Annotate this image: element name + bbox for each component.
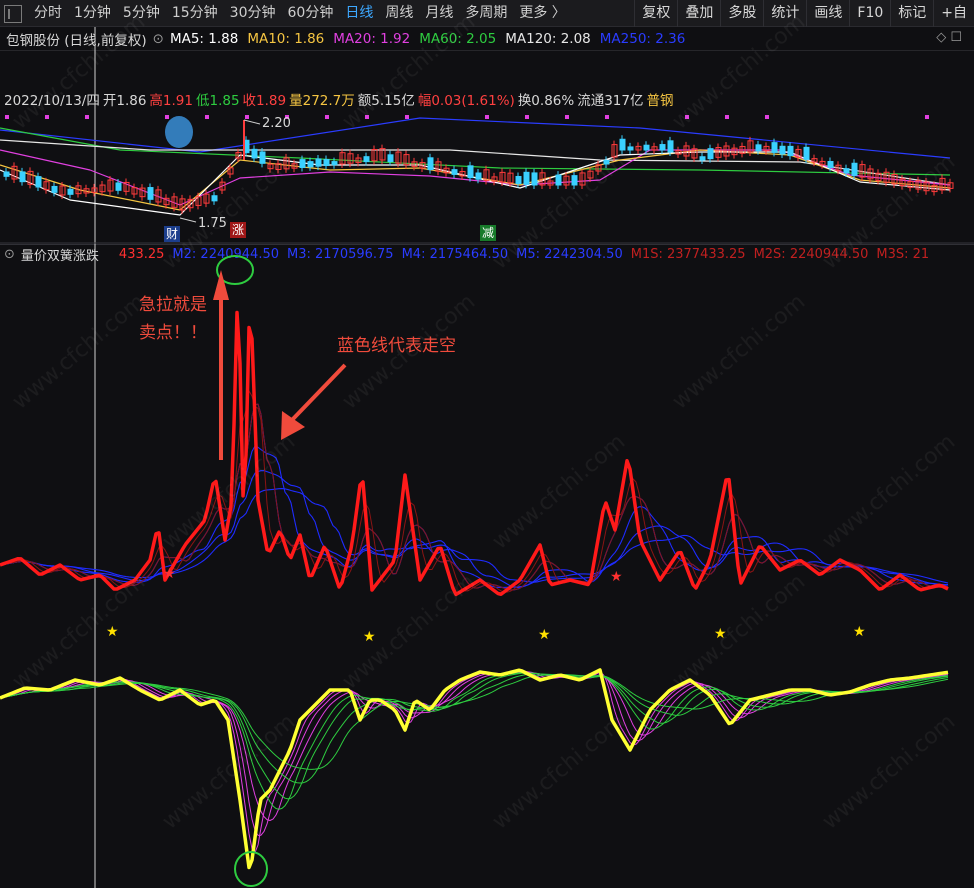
watermark-text: www.cfchi.com [8,9,150,134]
tag-jian[interactable]: 减 [480,225,496,241]
candle [556,175,561,185]
signal-dot [525,115,529,119]
candle [52,186,57,192]
yellow-star: ★ [853,624,866,640]
candle [708,149,713,159]
candle [804,147,809,159]
candle [116,183,121,190]
signal-dot [565,115,569,119]
candle [148,188,153,200]
candle [524,172,529,184]
signal-dot [405,115,409,119]
signal-dot [85,115,89,119]
candle [780,146,785,154]
candle [852,163,857,175]
signal-dot [925,115,929,119]
watermark-text: www.cfchi.com [338,569,480,694]
kline-high-label: 2.20 [262,116,291,131]
signal-dot [325,115,329,119]
candle [844,169,849,173]
yellow-star: ★ [363,629,376,645]
candle [772,143,777,153]
watermark-text: www.cfchi.com [818,429,960,554]
annotation-blue-note: 蓝色线代表走空 [337,331,456,356]
candle [252,149,257,158]
watermark-text: www.cfchi.com [8,289,150,414]
candle [628,147,633,150]
watermark-text: www.cfchi.com [488,709,630,834]
tag-cai[interactable]: 财 [164,226,180,242]
candle [428,158,433,170]
chart-canvas: ★ ★★ ★ ★ ★ ★www.cfchi.com www.cfchi.com www.cfc… [0,0,974,888]
signal-dot [205,115,209,119]
candle [476,173,481,179]
signal-dot [165,115,169,119]
signal-dot [605,115,609,119]
signal-dot [245,115,249,119]
candle [660,145,665,150]
annotation-sell-line2: 卖点！！ [139,318,207,343]
candle [332,162,337,165]
yellow-star: ★ [106,624,119,640]
candle [828,162,833,168]
high-pointer [244,120,260,124]
signal-dot [485,115,489,119]
red-star: ★ [610,569,623,585]
watermark-text: www.cfchi.com [668,9,810,134]
candle [308,162,313,167]
candle [20,172,25,182]
candle [468,166,473,178]
candle [68,189,73,194]
watermark-text: www.cfchi.com [8,569,150,694]
annotation-sell-line1: 急拉就是 [139,290,207,315]
sell-arrow-head [213,270,229,300]
candle [260,152,265,163]
candle [388,155,393,162]
darkred-ma-line-0 [0,391,948,592]
candle [532,173,537,185]
yellow-star: ★ [538,627,551,643]
red-star: ★ [163,566,176,582]
candle [620,139,625,150]
watermark-text: www.cfchi.com [668,289,810,414]
magenta-line-0 [0,671,948,853]
low-pointer [180,218,196,222]
watermark-text: www.cfchi.com [818,709,960,834]
candle [300,160,305,168]
water-drop-icon [165,116,193,148]
watermark-text: www.cfchi.com [488,429,630,554]
kline-low-label: 1.75 [198,216,227,231]
candle [316,159,321,166]
candle [364,157,369,162]
magenta-line-2 [0,673,948,821]
candle [324,160,329,166]
signal-dot [725,115,729,119]
candle [36,177,41,187]
candle [668,141,673,152]
candle [756,145,761,151]
signal-dot [765,115,769,119]
red-volume-line [0,313,948,595]
candle [516,176,521,183]
watermark-text: www.cfchi.com [668,569,810,694]
candle [212,196,217,201]
candle [788,146,793,155]
candle [452,170,457,175]
candle [644,145,649,150]
tag-zhang[interactable]: 涨 [230,222,246,238]
blue-note-arrow-shaft [292,365,345,420]
candle [4,172,9,176]
candle [700,157,705,160]
